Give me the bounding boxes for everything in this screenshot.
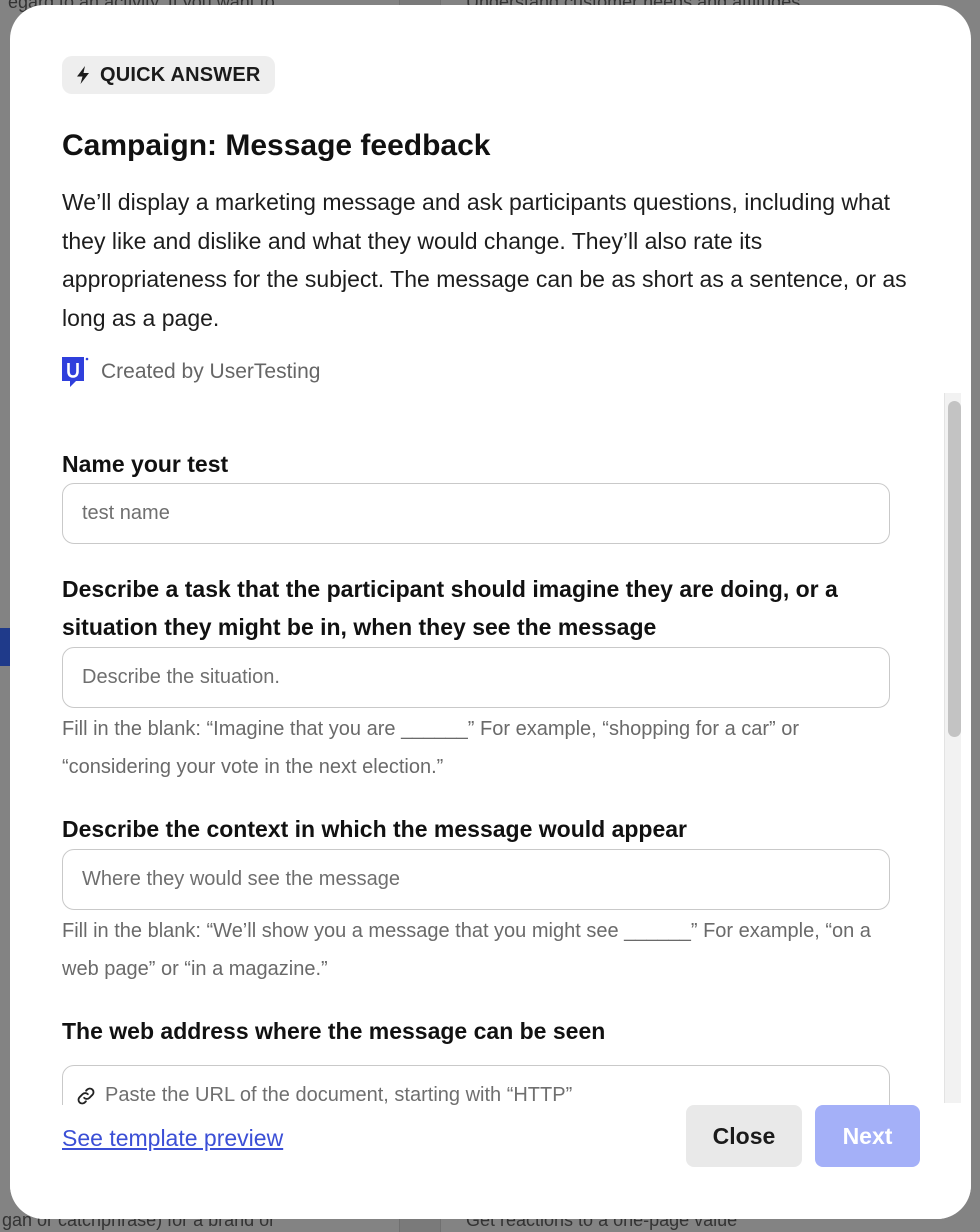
lightning-bolt-icon bbox=[77, 66, 89, 84]
template-modal: QUICK ANSWER Campaign: Message feedback … bbox=[10, 5, 971, 1219]
task-label: Describe a task that the participant sho… bbox=[62, 576, 838, 640]
url-label: The web address where the message can be… bbox=[62, 1018, 606, 1044]
context-hint: Fill in the blank: “We’ll show you a mes… bbox=[62, 920, 871, 980]
context-label: Describe the context in which the messag… bbox=[62, 816, 687, 842]
scrollbar-thumb[interactable] bbox=[948, 401, 961, 737]
next-button[interactable]: Next bbox=[815, 1105, 920, 1167]
usertesting-logo-icon bbox=[62, 357, 89, 387]
url-field[interactable] bbox=[62, 1065, 890, 1105]
badge-label: QUICK ANSWER bbox=[100, 63, 261, 86]
modal-footer: See template preview Close Next bbox=[10, 1105, 971, 1219]
context-input[interactable] bbox=[62, 849, 890, 910]
form-scrollbar[interactable] bbox=[944, 393, 961, 1103]
task-hint: Fill in the blank: “Imagine that you are… bbox=[62, 718, 800, 778]
modal-title: Campaign: Message feedback bbox=[62, 129, 491, 162]
url-input[interactable] bbox=[105, 1066, 873, 1105]
see-template-preview-link[interactable]: See template preview bbox=[62, 1125, 283, 1152]
quick-answer-badge: QUICK ANSWER bbox=[62, 56, 275, 94]
creator-label: Created by UserTesting bbox=[101, 360, 321, 383]
test-name-input[interactable] bbox=[62, 483, 890, 544]
task-input[interactable] bbox=[62, 647, 890, 708]
link-icon bbox=[77, 1087, 95, 1104]
creator-line: Created by UserTesting bbox=[62, 357, 320, 387]
modal-description: We’ll display a marketing message and as… bbox=[62, 189, 907, 331]
test-name-label: Name your test bbox=[62, 451, 229, 477]
close-button[interactable]: Close bbox=[686, 1105, 802, 1167]
form-scroll-area: Name your test Describe a task that the … bbox=[10, 390, 971, 1105]
